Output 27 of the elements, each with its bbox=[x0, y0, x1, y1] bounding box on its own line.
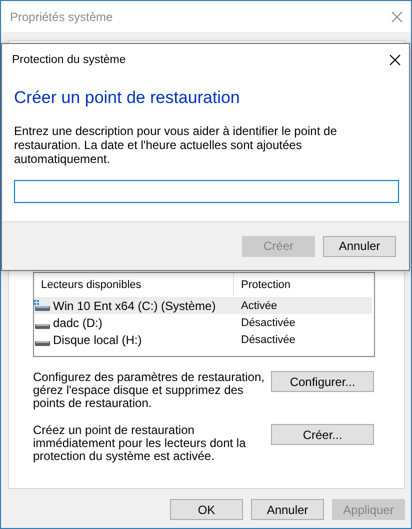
column-header[interactable]: Protection bbox=[234, 273, 374, 296]
drive-row[interactable]: Disque local (H:) Désactivée bbox=[34, 331, 372, 348]
protection-status: Activée bbox=[240, 300, 278, 312]
drive-name: Disque local (H:) bbox=[53, 332, 142, 346]
drive-icon bbox=[34, 340, 50, 346]
close-icon[interactable] bbox=[389, 54, 401, 66]
dialog-button[interactable]: OK bbox=[170, 499, 243, 520]
protection-status: Désactivée bbox=[240, 316, 296, 328]
dialog-title: Protection du système bbox=[12, 54, 126, 66]
dialog-button[interactable]: Annuler bbox=[323, 236, 396, 256]
dialog-button[interactable]: Annuler bbox=[251, 499, 324, 520]
column-header[interactable]: Lecteurs disponibles bbox=[34, 273, 234, 296]
drive-row[interactable]: Win 10 Ent x64 (C:) (Système) Activée bbox=[34, 297, 372, 314]
drive-row[interactable]: dadc (D:) Désactivée bbox=[34, 314, 372, 331]
description-field[interactable] bbox=[14, 180, 399, 203]
drive-name: Win 10 Ent x64 (C:) (Système) bbox=[53, 298, 216, 312]
system-drive-icon bbox=[34, 300, 50, 312]
action-description: Créez un point de restauration immédiatement pour les lecteurs dont la protection du système est activée. bbox=[33, 424, 247, 463]
action-description: Configurez des paramètres de restauration, gérez l'espace disque et supprimez des points de restauration. bbox=[33, 371, 266, 410]
action-button[interactable]: Configurer... bbox=[271, 371, 374, 392]
drive-icon bbox=[34, 324, 50, 328]
action-button[interactable]: Créer... bbox=[271, 424, 374, 445]
dialog-heading: Créer un point de restauration bbox=[14, 88, 241, 108]
drive-name: dadc (D:) bbox=[53, 316, 102, 330]
dialog-description: Entrez une description pour vous aider à identifier le point de restauration. La date et l'heure actuelles sont ajoutées automatiquement. bbox=[14, 124, 338, 166]
window-title: Propriétés système bbox=[10, 10, 113, 24]
protection-status: Désactivée bbox=[240, 334, 296, 346]
